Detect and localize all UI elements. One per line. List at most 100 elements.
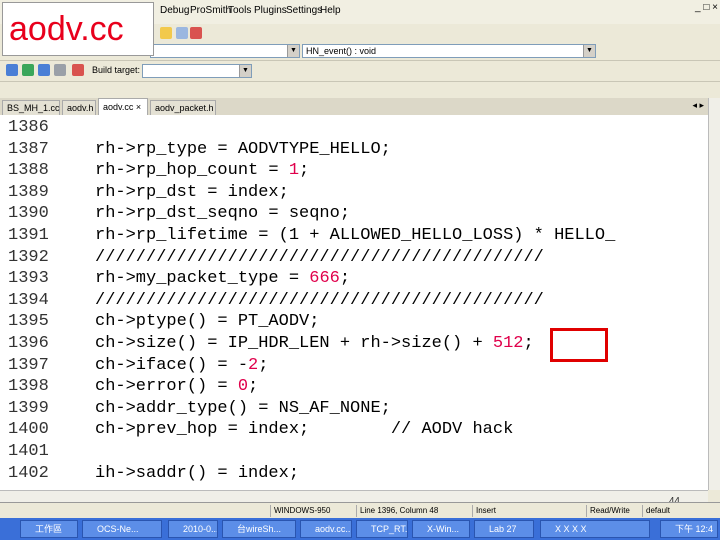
scope-combo[interactable]: ▼: [150, 44, 300, 58]
tab-aodv-h[interactable]: aodv.h: [62, 100, 96, 115]
number-literal: 2: [248, 355, 259, 375]
status-position: Line 1396, Column 48: [356, 505, 470, 517]
stop-icon[interactable]: [72, 64, 84, 76]
search-icon[interactable]: [176, 27, 188, 39]
status-bar: WINDOWS-950 Line 1396, Column 48 Insert …: [0, 502, 720, 519]
tab-bs-mh[interactable]: BS_MH_1.cc: [2, 100, 60, 115]
menu-settings[interactable]: Settings: [286, 5, 322, 16]
code-line: 1386: [0, 117, 708, 139]
line-number: 1401: [8, 442, 49, 461]
vertical-scrollbar[interactable]: [708, 98, 720, 490]
menu-debug[interactable]: Debug: [160, 5, 189, 16]
menu-prosmith[interactable]: ProSmith: [190, 5, 231, 16]
line-number: 1399: [8, 398, 49, 418]
toolbar-build: Build target: ▼: [0, 61, 720, 82]
line-number: 1400: [8, 420, 49, 440]
line-number: 1391: [8, 226, 49, 245]
slide-title-overlay: aodv.cc: [2, 2, 154, 56]
taskbar-item[interactable]: 2010-0...: [168, 520, 218, 538]
build-icon[interactable]: [6, 64, 18, 76]
status-rw: Read/Write: [586, 505, 642, 517]
taskbar-item[interactable]: X-Win...: [412, 520, 470, 538]
code-text: ch->error() = 0;: [95, 377, 259, 397]
code-text: rh->rp_lifetime = (1 + ALLOWED_HELLO_LOS…: [95, 226, 616, 245]
status-mode: Insert: [472, 505, 586, 517]
line-number: 1395: [8, 312, 49, 332]
taskbar-item[interactable]: aodv.cc...: [300, 520, 352, 538]
line-number: 1389: [8, 182, 49, 202]
code-text: ch->size() = IP_HDR_LEN + rh->size() + 5…: [95, 334, 534, 353]
build-target-label: Build target:: [92, 65, 141, 75]
code-text: ih->saddr() = index;: [95, 463, 300, 483]
build-run-icon[interactable]: [38, 64, 50, 76]
status-profile: default: [642, 505, 716, 517]
code-line: 1392 ////////////////////////////////////…: [0, 247, 708, 269]
taskbar-item[interactable]: X X X X: [540, 520, 650, 538]
taskbar-item[interactable]: 台wireSh...: [222, 520, 296, 538]
code-editor[interactable]: 1386 1387 rh->rp_type = AODVTYPE_HELLO; 138…: [0, 115, 708, 490]
code-text: ch->ptype() = PT_AODV;: [95, 312, 320, 332]
chevron-down-icon[interactable]: ▼: [583, 45, 595, 57]
menu-plugins[interactable]: Plugins: [254, 5, 287, 16]
function-value: HN_event() : void: [306, 46, 377, 56]
code-line: 1391 rh->rp_lifetime = (1 + ALLOWED_HELLO…: [0, 225, 708, 247]
code-line: 1398 ch->error() = 0;: [0, 376, 708, 398]
code-line: 1387 rh->rp_type = AODVTYPE_HELLO;: [0, 139, 708, 161]
line-number: 1402: [8, 463, 49, 483]
tab-scroll-icon[interactable]: ◂ ▸: [692, 100, 704, 111]
code-text: rh->rp_type = AODVTYPE_HELLO;: [95, 139, 391, 159]
tab-aodv-cc[interactable]: aodv.cc ×: [98, 98, 148, 115]
function-combo[interactable]: HN_event() : void ▼: [302, 44, 596, 58]
code-line: 1400 ch->prev_hop = index; // AODV hack: [0, 419, 708, 441]
menu-tools[interactable]: Tools: [228, 5, 251, 16]
code-text: ////////////////////////////////////////…: [95, 290, 544, 310]
annotation-highlight-box: [550, 328, 608, 362]
line-number: 1392: [8, 247, 49, 267]
number-literal: 666: [309, 269, 340, 289]
horizontal-scrollbar[interactable]: [0, 490, 708, 502]
taskbar-item[interactable]: 下午 12:4: [660, 520, 718, 538]
taskbar-item[interactable]: Lab 27: [474, 520, 534, 538]
number-literal: 1: [288, 161, 300, 181]
line-number: 1397: [8, 355, 49, 375]
code-text: ////////////////////////////////////////…: [95, 247, 544, 267]
taskbar-item[interactable]: OCS-Ne...: [82, 520, 162, 538]
code-line: 1389 rh->rp_dst = index;: [0, 182, 708, 204]
editor-tab-bar: BS_MH_1.cc aodv.h aodv.cc × aodv_packet.…: [0, 98, 720, 116]
chevron-down-icon[interactable]: ▼: [239, 65, 251, 77]
line-number: 1387: [8, 139, 49, 159]
chevron-down-icon[interactable]: ▼: [287, 45, 299, 57]
line-number: 1398: [8, 377, 49, 397]
taskbar: 工作區 OCS-Ne... 2010-0... 台wireSh... aodv.cc..…: [0, 518, 720, 540]
run-icon[interactable]: [22, 64, 34, 76]
rebuild-icon[interactable]: [54, 64, 66, 76]
window-controls[interactable]: _ □ ×: [695, 2, 718, 13]
code-line: 1401: [0, 441, 708, 463]
taskbar-item[interactable]: 工作區: [20, 520, 78, 538]
code-text: rh->my_packet_type = 666;: [95, 269, 351, 289]
line-number: 1386: [8, 118, 49, 137]
replace-icon[interactable]: [190, 27, 202, 39]
code-text: ch->iface() = -2;: [95, 355, 269, 375]
menu-help[interactable]: Help: [320, 5, 341, 16]
build-target-combo[interactable]: ▼: [142, 64, 252, 78]
code-text: rh->rp_dst_seqno = seqno;: [95, 204, 351, 224]
folder-icon[interactable]: [160, 27, 172, 39]
status-encoding: WINDOWS-950: [270, 505, 354, 517]
code-line: 1393 rh->my_packet_type = 666;: [0, 268, 708, 290]
number-literal: 0: [237, 377, 249, 397]
code-text: rh->rp_dst = index;: [95, 182, 289, 202]
number-literal: 512: [492, 334, 524, 353]
code-line: 1394 ////////////////////////////////////…: [0, 290, 708, 312]
tab-aodv-packet-h[interactable]: aodv_packet.h: [150, 100, 216, 115]
line-number: 1394: [8, 290, 49, 310]
taskbar-item[interactable]: TCP_RT...: [356, 520, 408, 538]
line-number: 1396: [8, 334, 49, 353]
code-text: ch->addr_type() = NS_AF_NONE;: [95, 398, 391, 418]
line-number: 1388: [8, 161, 49, 181]
line-number: 1393: [8, 269, 49, 289]
code-text: ch->prev_hop = index; // AODV hack: [95, 420, 514, 440]
code-line: 1399 ch->addr_type() = NS_AF_NONE;: [0, 398, 708, 420]
close-icon[interactable]: ×: [136, 102, 141, 112]
line-number: 1390: [8, 204, 49, 224]
